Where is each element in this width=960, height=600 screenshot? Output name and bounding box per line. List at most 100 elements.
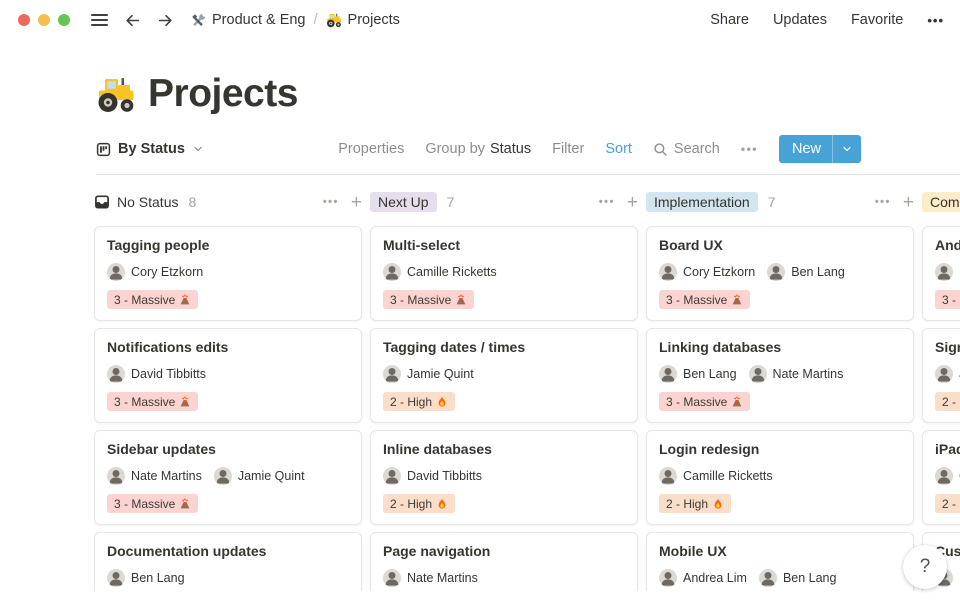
properties-button[interactable]: Properties <box>338 141 404 157</box>
topbar-actions: Share Updates Favorite ••• <box>710 12 944 28</box>
avatar <box>383 365 401 383</box>
column-more-button[interactable]: ••• <box>875 196 891 208</box>
assignee: Ben Lang <box>107 569 185 587</box>
assignee-name: Jamie Quint <box>238 469 305 483</box>
card-title: Signup flow <box>935 339 960 355</box>
project-card[interactable]: Sidebar updates Nate Martins Jamie Quint… <box>94 430 362 525</box>
assignee-name: Camille Ricketts <box>683 469 773 483</box>
board-column: Completed ••• + Android app Nate Martins… <box>922 191 960 591</box>
column-more-button[interactable]: ••• <box>323 196 339 208</box>
assignee: Camille Ricketts <box>659 467 773 485</box>
help-button[interactable]: ? <box>903 545 947 589</box>
column-header: Next Up 7 ••• + <box>370 191 638 213</box>
assignee: Nate Martins <box>935 263 960 281</box>
share-button[interactable]: Share <box>710 12 749 28</box>
card-priority-row: 3 - Massive <box>659 392 901 411</box>
priority-label: 3 - Massive <box>666 293 727 307</box>
new-dropdown-icon[interactable] <box>832 135 861 163</box>
minimize-window-button[interactable] <box>38 14 50 26</box>
avatar <box>107 263 125 281</box>
priority-badge: 2 - High <box>383 494 455 513</box>
search-icon <box>653 142 668 157</box>
column-title[interactable]: No Status <box>94 194 178 210</box>
avatar <box>659 467 677 485</box>
forward-icon[interactable] <box>157 12 174 29</box>
avatar <box>767 263 785 281</box>
breadcrumb-workspace-label: Product & Eng <box>212 12 306 28</box>
page-icon-tractor[interactable] <box>96 74 136 114</box>
assignee: Nate Martins <box>383 569 478 587</box>
avatar <box>107 365 125 383</box>
view-switcher[interactable]: By Status <box>96 141 204 157</box>
more-options-icon[interactable]: ••• <box>927 13 944 28</box>
group-by-button[interactable]: Group by Status <box>425 141 531 157</box>
project-card[interactable]: Tagging dates / times Jamie Quint 2 - Hi… <box>370 328 638 423</box>
assignee-name: Cory Etzkorn <box>131 265 203 279</box>
column-add-button[interactable]: + <box>903 193 914 212</box>
assignee-name: Andrea Lim <box>683 571 747 585</box>
assignee-name: David Tibbitts <box>407 469 482 483</box>
card-priority-row: 3 - Massive <box>107 494 349 513</box>
column-add-button[interactable]: + <box>351 193 362 212</box>
card-title: Documentation updates <box>107 543 349 559</box>
card-assignees: Cory Etzkorn <box>107 263 349 281</box>
hammer-wrench-icon <box>190 12 206 28</box>
breadcrumb-item-workspace[interactable]: Product & Eng <box>190 12 306 28</box>
column-cards: Tagging people Cory Etzkorn 3 - Massive … <box>94 226 362 591</box>
filter-button[interactable]: Filter <box>552 141 584 157</box>
breadcrumb-item-page[interactable]: Projects <box>326 12 400 28</box>
project-card[interactable]: Login redesign Camille Ricketts 2 - High <box>646 430 914 525</box>
column-cards: Board UX Cory Etzkorn Ben Lang 3 - Massi… <box>646 226 914 591</box>
page-title: Projects <box>148 72 298 116</box>
project-card[interactable]: Notifications edits David Tibbitts 3 - M… <box>94 328 362 423</box>
card-priority-row: 3 - Massive <box>107 392 349 411</box>
assignee-name: Nate Martins <box>131 469 202 483</box>
card-title: Notifications edits <box>107 339 349 355</box>
updates-button[interactable]: Updates <box>773 12 827 28</box>
project-card[interactable]: Multi-select Camille Ricketts 3 - Massiv… <box>370 226 638 321</box>
column-more-button[interactable]: ••• <box>599 196 615 208</box>
assignee: Cory Etzkorn <box>107 263 203 281</box>
group-by-prefix: Group by <box>425 141 485 157</box>
column-status-badge[interactable]: Implementation <box>646 192 758 212</box>
project-card[interactable]: Page navigation Nate Martins 1- Normal <box>370 532 638 591</box>
project-card[interactable]: Signup flow Jamie Quint 2 - High <box>922 328 960 423</box>
project-card[interactable]: Linking databases Ben Lang Nate Martins … <box>646 328 914 423</box>
project-card[interactable]: Tagging people Cory Etzkorn 3 - Massive <box>94 226 362 321</box>
card-title: Multi-select <box>383 237 625 253</box>
assignee: David Tibbitts <box>383 467 482 485</box>
priority-label: 2 - High <box>390 497 432 511</box>
project-card[interactable]: Inline databases David Tibbitts 2 - High <box>370 430 638 525</box>
back-icon[interactable] <box>124 12 141 29</box>
project-card[interactable]: iPad app Cory Etzkorn 2 - High <box>922 430 960 525</box>
card-title: Tagging dates / times <box>383 339 625 355</box>
sidebar-menu-icon[interactable] <box>90 14 108 26</box>
assignee-name: Nate Martins <box>407 571 478 585</box>
assignee: Camille Ricketts <box>383 263 497 281</box>
project-card[interactable]: Board UX Cory Etzkorn Ben Lang 3 - Massi… <box>646 226 914 321</box>
avatar <box>107 467 125 485</box>
board-column: Next Up 7 ••• + Multi-select Camille Ric… <box>370 191 638 591</box>
column-status-badge[interactable]: Next Up <box>370 192 437 212</box>
column-count: 7 <box>768 194 776 210</box>
priority-badge: 3 - Massive <box>107 290 198 309</box>
project-card[interactable]: Android app Nate Martins 3 - Massive <box>922 226 960 321</box>
project-card[interactable]: Mobile UX Andrea Lim Ben Lang 1- Normal <box>646 532 914 591</box>
card-title: Sidebar updates <box>107 441 349 457</box>
board-column: No Status 8 ••• + Tagging people Cory Et… <box>94 191 362 591</box>
close-window-button[interactable] <box>18 14 30 26</box>
toolbar-more-icon[interactable]: ••• <box>741 142 758 156</box>
assignee: Andrea Lim <box>659 569 747 587</box>
new-button[interactable]: New <box>779 135 861 163</box>
favorite-button[interactable]: Favorite <box>851 12 903 28</box>
page-header: Projects <box>96 72 960 116</box>
project-card[interactable]: Documentation updates Ben Lang 2 - High <box>94 532 362 591</box>
column-add-button[interactable]: + <box>627 193 638 212</box>
zoom-window-button[interactable] <box>58 14 70 26</box>
column-status-badge[interactable]: Completed <box>922 192 960 212</box>
assignee-name: Camille Ricketts <box>407 265 497 279</box>
card-assignees: David Tibbitts <box>383 467 625 485</box>
priority-label: 3 - Massive <box>942 293 960 307</box>
search-button[interactable]: Search <box>653 141 720 157</box>
sort-button[interactable]: Sort <box>605 141 632 157</box>
